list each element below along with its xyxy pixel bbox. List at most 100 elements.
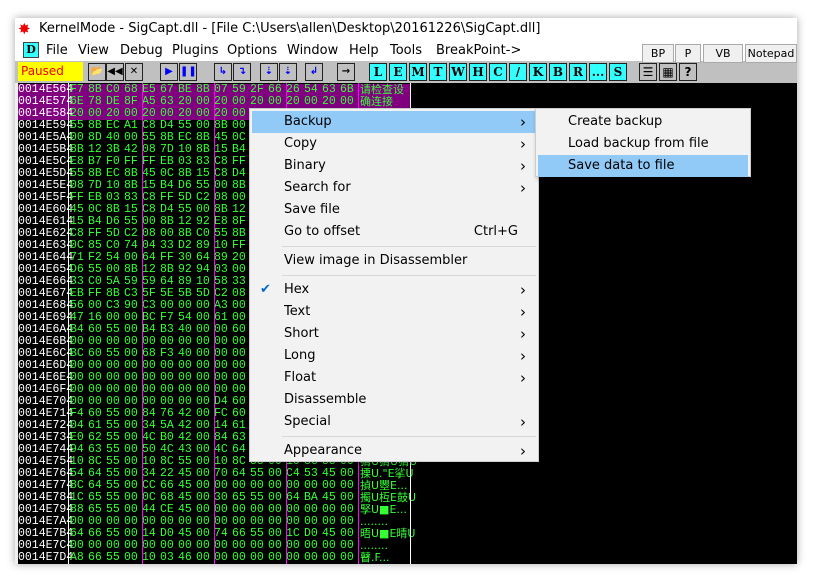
window-button-4[interactable]: W <box>449 63 467 81</box>
window-button-8[interactable]: K <box>529 63 547 81</box>
window-button-0[interactable]: L <box>369 63 387 81</box>
chevron-right-icon: › <box>520 442 526 460</box>
hex-byte[interactable]: 00 <box>250 552 264 564</box>
chevron-right-icon: › <box>520 113 526 131</box>
hex-byte[interactable]: 66 <box>88 552 102 564</box>
menu-item-save-data-to-file[interactable]: Save data to file <box>538 155 748 177</box>
hex-byte[interactable]: 00 <box>196 552 210 564</box>
hex-byte[interactable]: 03 <box>160 552 174 564</box>
hex-byte[interactable]: 20 <box>250 96 264 108</box>
hex-byte[interactable]: 00 <box>322 552 336 564</box>
window-button-7[interactable]: / <box>509 63 527 81</box>
menu-item-long[interactable]: Long › <box>252 345 536 367</box>
pause-icon[interactable]: ❚❚ <box>179 63 197 81</box>
hex-byte[interactable]: 55 <box>106 552 120 564</box>
menu-item-short[interactable]: Short › <box>252 323 536 345</box>
hex-byte[interactable]: 20 <box>322 96 336 108</box>
list-icon[interactable]: ☰ <box>639 63 657 81</box>
menu-item-backup[interactable]: Backup › <box>252 111 536 133</box>
document-icon[interactable]: D <box>23 42 39 58</box>
window-button-3[interactable]: T <box>429 63 447 81</box>
tab-notepad[interactable]: Notepad <box>745 44 797 63</box>
hex-byte[interactable]: 00 <box>304 96 318 108</box>
menu-file[interactable]: File <box>46 42 68 59</box>
menu-item-label: Search for <box>284 180 351 195</box>
chevron-right-icon: › <box>520 157 526 175</box>
column-divider <box>214 83 215 564</box>
hex-byte[interactable]: 00 <box>232 552 246 564</box>
hex-byte[interactable]: 00 <box>124 552 138 564</box>
close-icon[interactable]: ✕ <box>125 63 143 81</box>
menu-item-label: Special <box>284 414 331 429</box>
hex-byte[interactable]: 00 <box>286 552 300 564</box>
tab-vb[interactable]: VB <box>703 44 743 63</box>
menu-item-label: Go to offset <box>284 224 361 239</box>
open-folder-icon[interactable]: 📂 <box>88 63 106 81</box>
menu-item-search-for[interactable]: Search for › <box>252 177 536 199</box>
window-button-2[interactable]: M <box>409 63 427 81</box>
menu-item-hex[interactable]: Hex ✔ › <box>252 279 536 301</box>
menu-item-go-to-offset[interactable]: Go to offset Ctrl+G <box>252 221 536 243</box>
menu-item-float[interactable]: Float › <box>252 367 536 389</box>
toolbar: Paused 📂 ◀◀ ✕ ▶ ❚❚ ↳ ↴ ⇣ ⇣ ↲ → L E M T W H C / K B R... S ☰ ▦? <box>15 61 797 83</box>
window-button-9[interactable]: B <box>549 63 567 81</box>
window-button-11[interactable]: ... <box>589 63 607 81</box>
run-icon[interactable]: ▶ <box>160 63 178 81</box>
menu-item-create-backup[interactable]: Create backup <box>538 111 748 133</box>
tab-bp[interactable]: BP <box>642 44 674 63</box>
menu-item-text[interactable]: Text › <box>252 301 536 323</box>
menu-tools[interactable]: Tools <box>390 42 422 59</box>
menu-item-label: View image in Disassembler <box>284 253 468 268</box>
menu-debug[interactable]: Debug <box>120 42 163 59</box>
chevron-right-icon: › <box>520 325 526 343</box>
step-over-icon[interactable]: ↴ <box>233 63 251 81</box>
go-to-icon[interactable]: → <box>337 63 355 81</box>
menu-item-appearance[interactable]: Appearance › <box>252 440 536 462</box>
window-button-1[interactable]: E <box>389 63 407 81</box>
hex-byte[interactable]: 00 <box>214 552 228 564</box>
menu-item-load-backup-from-file[interactable]: Load backup from file <box>538 133 748 155</box>
menu-item-binary[interactable]: Binary › <box>252 155 536 177</box>
hex-byte[interactable]: 00 <box>268 96 282 108</box>
menu-item-label: Backup <box>284 114 332 129</box>
menu-item-label: Copy <box>284 136 317 151</box>
hex-byte[interactable]: 00 <box>268 552 282 564</box>
window-button-5[interactable]: H <box>469 63 487 81</box>
menu-item-copy[interactable]: Copy › <box>252 133 536 155</box>
hex-byte[interactable]: 46 <box>178 552 192 564</box>
trace-into-icon[interactable]: ⇣ <box>260 63 278 81</box>
menu-item-label: Save data to file <box>568 158 675 173</box>
column-divider <box>142 83 143 564</box>
column-divider <box>68 83 69 564</box>
trace-over-icon[interactable]: ⇣ <box>279 63 297 81</box>
menu-item-disassemble[interactable]: Disassemble <box>252 389 536 411</box>
menu-view[interactable]: View <box>78 42 109 59</box>
window-button-10[interactable]: R <box>569 63 587 81</box>
colors-icon[interactable]: ▦ <box>659 63 677 81</box>
backup-submenu: Create backup Load backup from file Save d… <box>535 108 751 177</box>
menu-plugins[interactable]: Plugins <box>172 42 219 59</box>
window-button-12[interactable]: S <box>609 63 627 81</box>
menu-item-save-file[interactable]: Save file <box>252 199 536 221</box>
execute-till-return-icon[interactable]: ↲ <box>305 63 323 81</box>
help-icon[interactable]: ? <box>679 63 697 81</box>
hex-byte[interactable]: 00 <box>340 552 354 564</box>
menu-item-special[interactable]: Special › <box>252 411 536 433</box>
hex-byte[interactable]: 00 <box>340 96 354 108</box>
hex-byte[interactable]: 00 <box>304 552 318 564</box>
hex-byte[interactable]: 20 <box>286 96 300 108</box>
hex-byte[interactable]: A8 <box>70 552 84 564</box>
menu-breakpoint[interactable]: BreakPoint-> <box>436 42 521 59</box>
menu-options[interactable]: Options <box>227 42 277 59</box>
menu-window[interactable]: Window <box>287 42 338 59</box>
menu-item-view-image-in-disassembler[interactable]: View image in Disassembler <box>252 250 536 272</box>
window-button-6[interactable]: C <box>489 63 507 81</box>
tab-p[interactable]: P <box>675 44 701 63</box>
title-bar: ✸ KernelMode - SigCapt.dll - [File C:\Us… <box>15 18 797 40</box>
shortcut-label: Ctrl+G <box>473 224 518 239</box>
hex-byte[interactable]: 10 <box>142 552 156 564</box>
window-title: KernelMode - SigCapt.dll - [File C:\User… <box>39 21 541 36</box>
rewind-icon[interactable]: ◀◀ <box>106 63 124 81</box>
menu-help[interactable]: Help <box>349 42 379 59</box>
step-into-icon[interactable]: ↳ <box>214 63 232 81</box>
